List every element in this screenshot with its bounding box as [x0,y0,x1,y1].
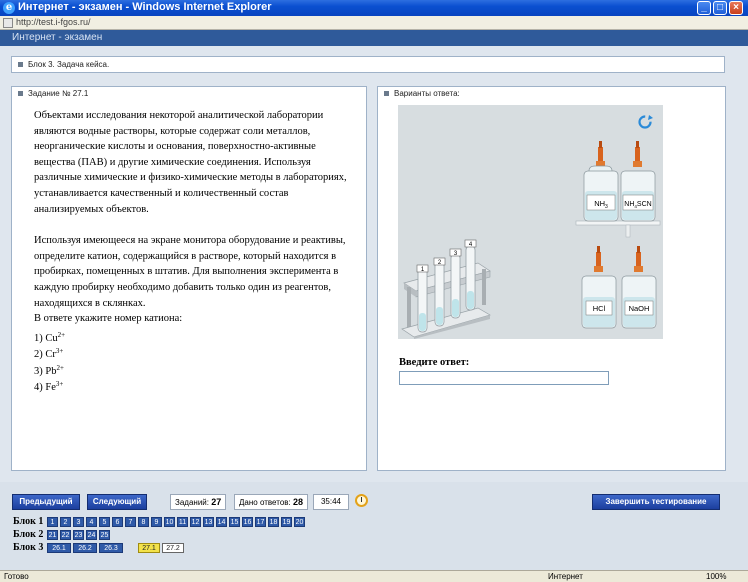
question-button[interactable]: 14 [216,517,227,527]
task-text: Объектами исследования некоторой аналити… [34,108,350,327]
question-button[interactable]: 26.2 [73,543,97,553]
task-paragraph-2: Используя имеющееся на экране монитора о… [34,235,346,309]
bottle-label-naoh: NaOH [629,304,650,313]
option-1: 1) Cu2+ [34,331,66,344]
answer-input[interactable] [399,371,609,385]
question-button[interactable]: 4 [86,517,97,527]
lab-scene-drawing: 1 2 3 4 NH3 NH4SCN HCl NaOH [398,105,663,339]
question-button[interactable]: 12 [190,517,201,527]
question-button[interactable]: 10 [164,517,175,527]
bullet-square-icon [384,91,389,96]
bottle-label-nh4scn: NH [624,201,634,208]
test-tube-4[interactable] [464,239,477,311]
bottle-label-nh3: NH [594,199,605,208]
window-title: Интернет - экзамен - Windows Internet Ex… [18,1,272,13]
app-title: Интернет - экзамен [12,32,103,43]
app-header: Интернет - экзамен [0,30,748,46]
next-button[interactable]: Следующий [87,494,147,510]
option-2: 2) Cr3+ [34,347,64,360]
question-button[interactable]: 26.1 [47,543,71,553]
question-button[interactable]: 20 [294,517,305,527]
minimize-button[interactable]: _ [697,1,711,15]
task-number: Задание № 27.1 [28,89,89,98]
maximize-button[interactable]: □ [713,1,727,15]
lab-scene[interactable]: 1 2 3 4 NH3 NH4SCN HCl NaOH [398,105,663,339]
question-button[interactable]: 25 [99,530,110,540]
question-button[interactable]: 13 [203,517,214,527]
question-button[interactable]: 1 [47,517,58,527]
question-button[interactable]: 9 [151,517,162,527]
question-button[interactable]: 2 [60,517,71,527]
question-button[interactable]: 21 [47,530,58,540]
question-button[interactable]: 15 [229,517,240,527]
question-button[interactable]: 3 [73,517,84,527]
block-3-label: Блок 3 [13,542,44,553]
test-tube-1[interactable] [416,264,429,333]
question-button[interactable]: 23 [73,530,84,540]
question-button[interactable]: 5 [99,517,110,527]
status-text: Готово [4,572,29,581]
zoom-level[interactable]: 100% [706,572,726,581]
option-3: 3) Pb2+ [34,364,64,377]
question-button[interactable]: 24 [86,530,97,540]
task-paragraph-1: Объектами исследования некоторой аналити… [34,110,347,215]
timer: 35:44 [313,494,349,510]
question-button[interactable]: 16 [242,517,253,527]
answer-input-label: Введите ответ: [399,357,470,368]
task-prompt: В ответе укажите номер катиона: [34,313,183,325]
close-button[interactable]: × [729,1,743,15]
status-bar: Готово Интернет 100% [0,570,748,582]
bullet-square-icon [18,62,23,67]
previous-button[interactable]: Предыдущий [12,494,80,510]
question-button[interactable]: 17 [255,517,266,527]
block-heading-panel [11,56,725,73]
answer-variants-label: Варианты ответа: [394,89,460,98]
block-heading: Блок 3. Задача кейса. [28,60,110,69]
question-button[interactable]: 27.1 [138,543,160,553]
block-1-label: Блок 1 [13,516,44,527]
bottle-label-hcl: HCl [593,304,606,313]
question-button[interactable]: 22 [60,530,71,540]
option-4: 4) Fe3+ [34,380,64,393]
test-tube-3[interactable] [449,248,462,319]
url-text[interactable]: http://test.i-fgos.ru/ [16,17,91,27]
tasks-count: Заданий: 27 [170,494,227,510]
test-tube-2[interactable] [433,257,446,327]
internet-explorer-icon: e [3,2,15,14]
question-button[interactable]: 7 [125,517,136,527]
question-button[interactable]: 11 [177,517,188,527]
question-button[interactable]: 19 [281,517,292,527]
address-bar[interactable]: http://test.i-fgos.ru/ [0,16,748,30]
block-2-label: Блок 2 [13,529,44,540]
finish-test-button[interactable]: Завершить тестирование [592,494,720,510]
question-button[interactable]: 27.2 [162,543,184,553]
question-button[interactable]: 8 [138,517,149,527]
svg-text:NH4SCN: NH4SCN [624,201,651,209]
zone-text: Интернет [548,572,583,581]
question-button[interactable]: 18 [268,517,279,527]
alarm-clock-icon [355,494,368,507]
question-button[interactable]: 6 [112,517,123,527]
window-titlebar: e Интернет - экзамен - Windows Internet … [0,0,748,16]
answers-count: Дано ответов: 28 [234,494,308,510]
bullet-square-icon [18,91,23,96]
page-icon [3,18,13,28]
question-button[interactable]: 26.3 [99,543,123,553]
